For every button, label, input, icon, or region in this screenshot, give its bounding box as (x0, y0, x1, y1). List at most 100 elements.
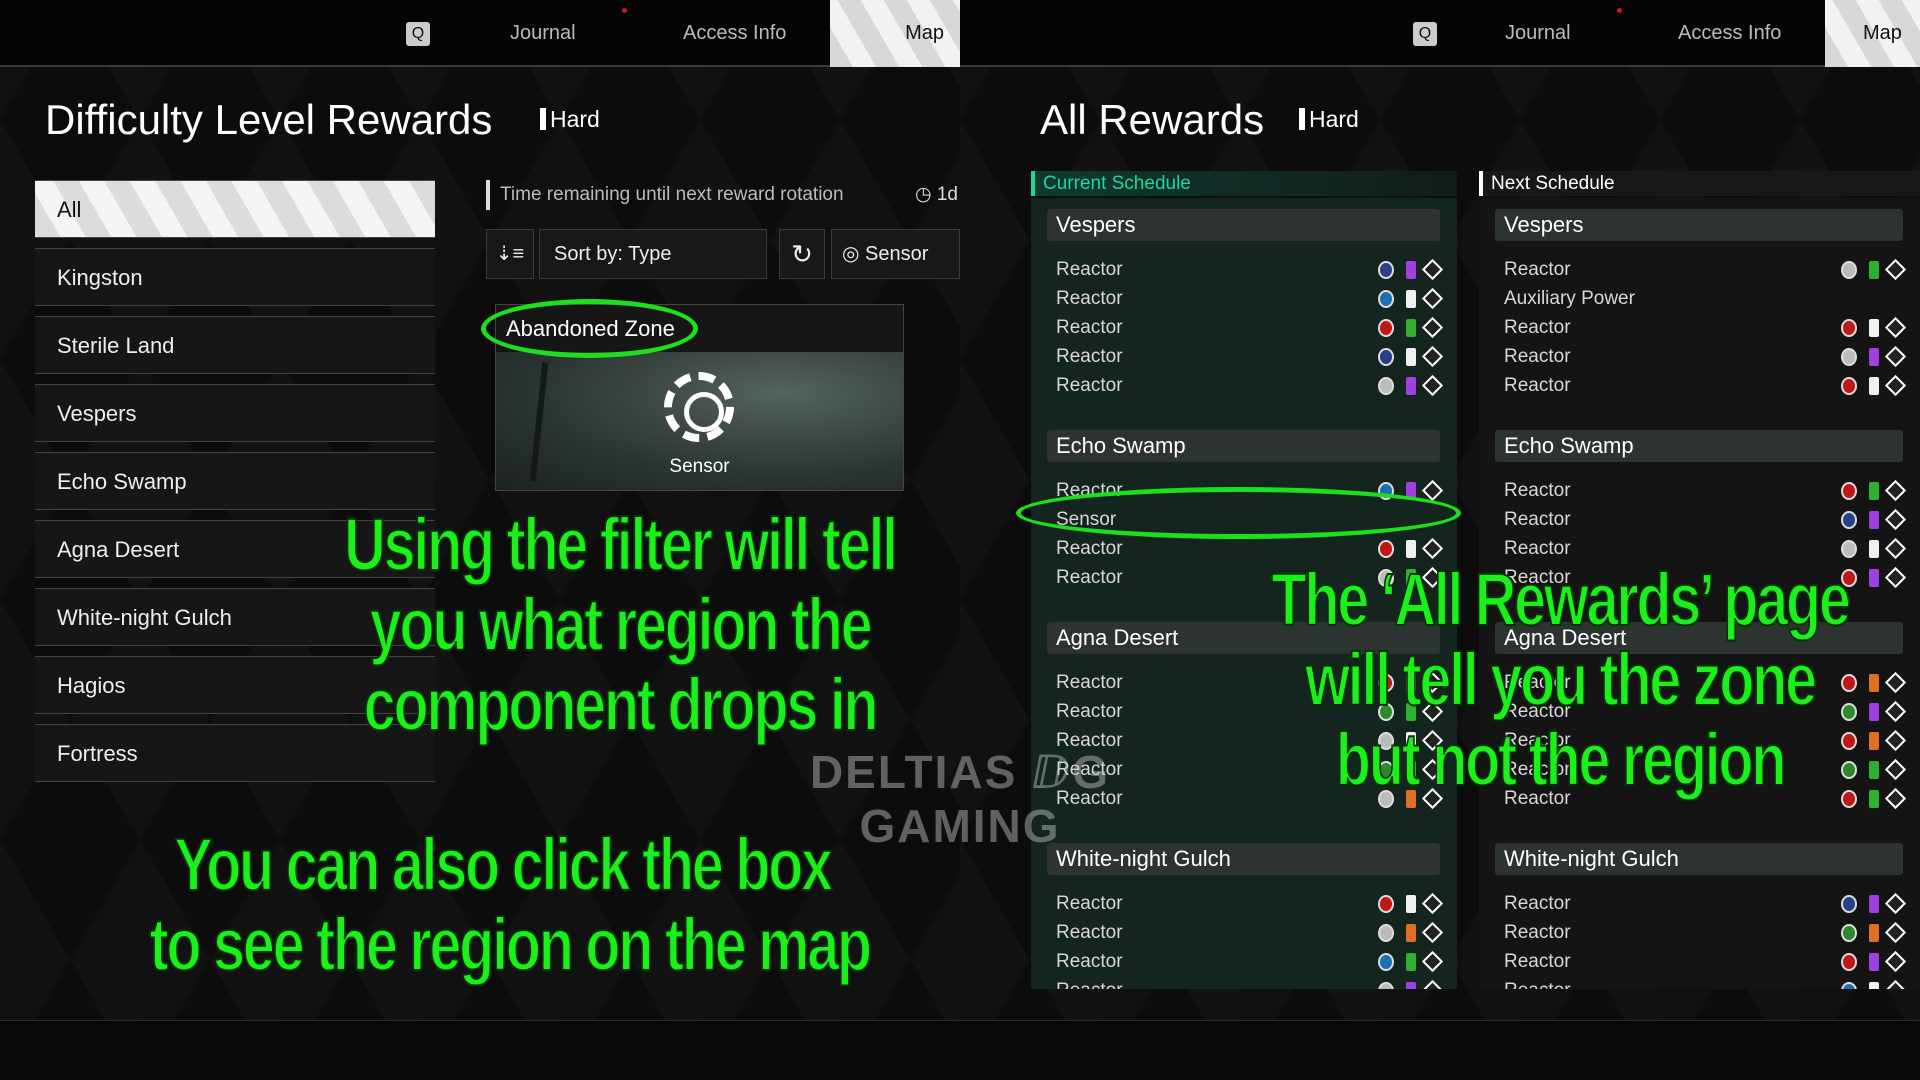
top-nav: Q Journal Access Info Map (0, 0, 960, 67)
difficulty-icon (1299, 108, 1305, 130)
reward-row[interactable]: Reactor (1047, 976, 1444, 989)
card-item: Sensor (669, 456, 730, 477)
reward-row[interactable]: Reactor (1495, 505, 1907, 534)
lightning-element-icon (1378, 290, 1394, 308)
diamond-element-icon (1378, 348, 1394, 366)
highlight-ellipse-zone (481, 299, 698, 358)
q-key-hint: Q (406, 22, 430, 46)
half-element-icon (1841, 540, 1857, 558)
green-ammo-icon (1406, 953, 1416, 971)
difficulty-badge[interactable]: Hard (1299, 106, 1359, 133)
top-nav: Q Journal Access Info Map (960, 0, 1920, 67)
half-element-icon (1378, 924, 1394, 942)
difficulty-label: Hard (550, 106, 600, 132)
reward-name: Reactor (1504, 509, 1571, 530)
tab-map[interactable]: Map (830, 0, 960, 67)
reward-row[interactable]: Reactor (1047, 255, 1444, 284)
refresh-icon: ↻ (791, 239, 813, 269)
module-badge-icon (1884, 537, 1907, 560)
reward-row[interactable]: Reactor (1495, 342, 1907, 371)
reward-name: Reactor (1504, 259, 1571, 280)
reward-row[interactable]: Reactor (1495, 313, 1907, 342)
purple-ammo-icon (1406, 261, 1416, 279)
orange-ammo-icon (1406, 924, 1416, 942)
lightning-element-icon (1841, 982, 1857, 989)
module-badge-icon (1884, 979, 1907, 989)
reward-row[interactable]: Reactor (1047, 918, 1444, 947)
module-badge-icon (1421, 979, 1444, 989)
reward-name: Reactor (1056, 980, 1123, 989)
skull-element-icon (1841, 924, 1857, 942)
tab-access-info[interactable]: Access Info (1678, 0, 1781, 67)
highlight-ellipse-sensor (1016, 487, 1461, 539)
reward-name: Reactor (1504, 893, 1571, 914)
white-ammo-icon (1406, 895, 1416, 913)
reward-row[interactable]: Reactor (1495, 255, 1907, 284)
white-ammo-icon (1406, 290, 1416, 308)
lightning-element-icon (1378, 953, 1394, 971)
purple-ammo-icon (1869, 511, 1879, 529)
module-badge-icon (1884, 729, 1907, 752)
reward-row[interactable]: Reactor (1047, 313, 1444, 342)
reward-row[interactable]: Reactor (1495, 918, 1907, 947)
region-filter-sterile-land[interactable]: Sterile Land (35, 316, 435, 374)
fire-element-icon (1841, 319, 1857, 337)
reward-name: Reactor (1056, 317, 1123, 338)
sensor-icon: ◎ (842, 243, 860, 265)
green-ammo-icon (1869, 261, 1879, 279)
white-ammo-icon (1869, 377, 1879, 395)
sort-icon: ⇣≡ (495, 243, 525, 265)
half-element-icon (1378, 982, 1394, 989)
annotation-click: You can also click the box to see the re… (149, 824, 873, 986)
module-badge-icon (1884, 566, 1907, 589)
rotation-timer: Time remaining until next reward rotatio… (486, 180, 960, 210)
diamond-element-icon (1841, 895, 1857, 913)
region-filter-echo-swamp[interactable]: Echo Swamp (35, 452, 435, 510)
tab-access-info[interactable]: Access Info (683, 0, 786, 67)
reward-row[interactable]: Reactor (1495, 976, 1907, 989)
reset-filter-button[interactable]: ↻ (779, 229, 825, 279)
difficulty-badge[interactable]: Hard (540, 106, 600, 133)
region-filter-vespers[interactable]: Vespers (35, 384, 435, 442)
reward-row[interactable]: Reactor (1047, 947, 1444, 976)
timer-label: Time remaining until next reward rotatio… (500, 184, 844, 205)
fire-element-icon (1378, 540, 1394, 558)
reward-row[interactable]: Reactor (1047, 284, 1444, 313)
reward-name: Reactor (1504, 375, 1571, 396)
reward-row[interactable]: Auxiliary Power (1495, 284, 1903, 313)
reward-row[interactable]: Reactor (1495, 476, 1907, 505)
tab-journal[interactable]: Journal (1505, 0, 1571, 67)
reward-name: Reactor (1056, 922, 1123, 943)
reward-row[interactable]: Reactor (1047, 889, 1444, 918)
zone-group: White-night GulchReactorReactorReactorRe… (1047, 843, 1444, 989)
reward-name: Reactor (1056, 951, 1123, 972)
reward-row[interactable]: Reactor (1047, 371, 1444, 400)
module-badge-icon (1884, 479, 1907, 502)
region-filter-all[interactable]: All (35, 180, 435, 238)
region-filter-kingston[interactable]: Kingston (35, 248, 435, 306)
sort-order-button[interactable]: ⇣≡ (486, 229, 534, 279)
reward-row[interactable]: Reactor (1047, 342, 1444, 371)
reward-row[interactable]: Reactor (1495, 371, 1907, 400)
half-element-icon (1378, 377, 1394, 395)
half-element-icon (1841, 261, 1857, 279)
sensor-icon (664, 372, 734, 442)
sort-by-dropdown[interactable]: Sort by: Type (539, 229, 767, 279)
reward-row[interactable]: Reactor (1495, 947, 1907, 976)
reward-name: Reactor (1056, 538, 1123, 559)
module-badge-icon (1884, 758, 1907, 781)
module-badge-icon (1421, 258, 1444, 281)
annotation-line: Using the filter will tell (343, 503, 899, 586)
fire-element-icon (1841, 377, 1857, 395)
fire-element-icon (1378, 895, 1394, 913)
reward-row[interactable]: Reactor (1495, 889, 1907, 918)
current-schedule-header: Current Schedule (1031, 171, 1457, 196)
filter-sensor-button[interactable]: ◎ Sensor (831, 229, 960, 279)
tab-map[interactable]: Map (1825, 0, 1920, 67)
tab-journal[interactable]: Journal (510, 0, 576, 67)
q-key-hint: Q (1413, 22, 1437, 46)
reward-name: Reactor (1504, 346, 1571, 367)
reward-name: Reactor (1504, 951, 1571, 972)
zone-header: Echo Swamp (1047, 430, 1440, 462)
reward-name: Reactor (1504, 317, 1571, 338)
